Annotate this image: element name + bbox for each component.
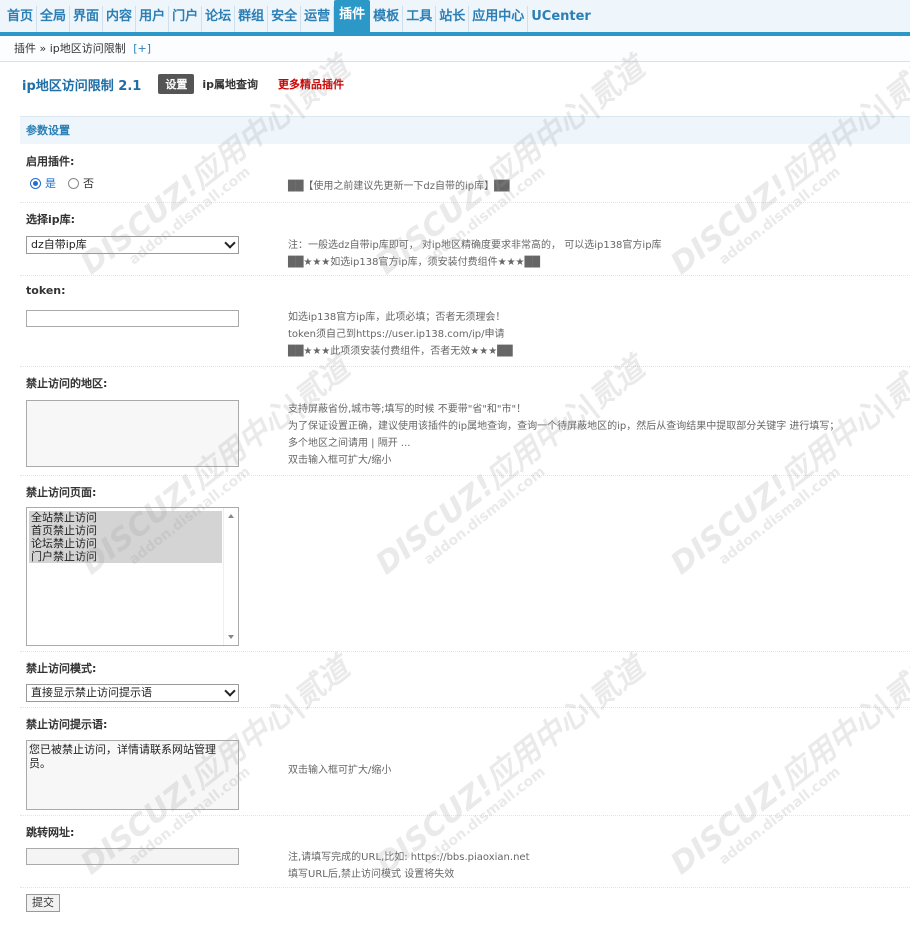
redirect-url-hint: 注,请填写完成的URL,比如: https://bbs.piaoxian.net…	[288, 849, 530, 883]
block-message-textarea[interactable]: 您已被禁止访问，详情请联系网站管理员。	[26, 740, 239, 810]
block-message-label: 禁止访问提示语:	[26, 718, 108, 731]
scroll-up-icon[interactable]	[228, 514, 234, 518]
nav-app-center[interactable]: 应用中心	[469, 6, 529, 32]
row-redirect-url: 跳转网址: 注,请填写完成的URL,比如: https://bbs.piaoxi…	[20, 816, 910, 888]
section-title: 参数设置	[20, 116, 910, 144]
chevron-down-icon	[224, 237, 236, 249]
redirect-url-input[interactable]	[26, 848, 239, 865]
enable-plugin-label: 启用插件:	[26, 155, 75, 168]
nav-content[interactable]: 内容	[103, 6, 137, 32]
blocked-regions-label: 禁止访问的地区:	[26, 377, 108, 390]
add-shortcut-link[interactable]: [+]	[133, 42, 151, 55]
row-block-mode: 禁止访问模式: 直接显示禁止访问提示语	[20, 652, 910, 708]
row-enable-plugin: 启用插件: 是 否 ██【使用之前建议先更新一下dz自带的ip库】██	[20, 145, 910, 203]
redirect-hint-1: 注,请填写完成的URL,比如: https://bbs.piaoxian.net	[288, 852, 530, 863]
list-item[interactable]: 门户禁止访问	[29, 550, 222, 563]
ip-library-hint-1: 注：一般选dz自带ip库即可， 对ip地区精确度要求非常高的， 可以选ip138…	[288, 240, 662, 251]
redirect-hint-2: 填写URL后,禁止访问模式 设置将失效	[288, 869, 455, 880]
top-nav: 首页 全局 界面 内容 用户 门户 论坛 群组 安全 运营 插件 模板 工具 站…	[0, 0, 910, 36]
block-mode-label: 禁止访问模式:	[26, 662, 97, 675]
ip-library-hint-2: ██★★★如选ip138官方ip库，须安装付费组件★★★██	[288, 257, 540, 268]
regions-hint-2: 为了保证设置正确，建议使用该插件的ip属地查询，查询一个待屏蔽地区的ip，然后从…	[288, 421, 840, 432]
ip-library-select[interactable]: dz自带ip库	[26, 236, 239, 254]
row-blocked-pages: 禁止访问页面: 全站禁止访问 首页禁止访问 论坛禁止访问 门户禁止访问	[20, 476, 910, 652]
nav-ucenter[interactable]: UCenter	[528, 6, 594, 32]
breadcrumb: 插件 » ip地区访问限制 [+]	[0, 36, 910, 62]
plugin-header: ip地区访问限制 2.1 设置 ip属地查询 更多精品插件	[0, 62, 910, 106]
nav-users[interactable]: 用户	[136, 6, 170, 32]
regions-hint-3: 多个地区之间请用 | 隔开 ...	[288, 438, 411, 449]
nav-groups[interactable]: 群组	[235, 6, 269, 32]
enable-yes-label[interactable]: 是	[45, 175, 56, 191]
tab-settings[interactable]: 设置	[158, 74, 195, 94]
token-hint-3: ██★★★此项须安装付费组件，否者无效★★★██	[288, 346, 513, 357]
ip-library-hint: 注：一般选dz自带ip库即可， 对ip地区精确度要求非常高的， 可以选ip138…	[288, 237, 662, 271]
token-hint-1: 如选ip138官方ip库，此项必填；否者无须理会！	[288, 312, 506, 323]
message-hint-text: 双击输入框可扩大/缩小	[288, 765, 392, 776]
token-label: token:	[26, 284, 66, 297]
enable-no-radio[interactable]	[68, 177, 79, 189]
regions-hint-1: 支持屏蔽省份,城市等;填写的时候 不要带"省"和"市"！	[288, 404, 527, 415]
nav-operations[interactable]: 运营	[301, 6, 335, 32]
chevron-down-icon	[224, 685, 236, 697]
nav-forum[interactable]: 论坛	[202, 6, 236, 32]
nav-templates[interactable]: 模板	[370, 6, 404, 32]
enable-yes-radio[interactable]	[30, 177, 41, 189]
token-hint: 如选ip138官方ip库，此项必填；否者无须理会！ token须自己到https…	[288, 309, 513, 360]
block-mode-selected: 直接显示禁止访问提示语	[31, 686, 152, 699]
enable-plugin-hint: ██【使用之前建议先更新一下dz自带的ip库】██	[288, 178, 509, 195]
list-item[interactable]: 论坛禁止访问	[29, 537, 222, 550]
listbox-scrollbar[interactable]	[223, 508, 238, 645]
row-blocked-regions: 禁止访问的地区: 支持屏蔽省份,城市等;填写的时候 不要带"省"和"市"！ 为了…	[20, 367, 910, 476]
breadcrumb-path: 插件 » ip地区访问限制	[14, 42, 126, 55]
blocked-regions-hint: 支持屏蔽省份,城市等;填写的时候 不要带"省"和"市"！ 为了保证设置正确，建议…	[288, 401, 839, 469]
list-item[interactable]: 全站禁止访问	[29, 511, 222, 524]
regions-hint-4: 双击输入框可扩大/缩小	[288, 455, 392, 466]
scroll-down-icon[interactable]	[228, 635, 234, 639]
block-message-hint: 双击输入框可扩大/缩小	[288, 762, 391, 779]
token-hint-2: token须自己到https://user.ip138.com/ip/申请	[288, 329, 505, 340]
more-plugins-link[interactable]: 更多精品插件	[278, 76, 344, 92]
blocked-pages-label: 禁止访问页面:	[26, 486, 97, 499]
blocked-pages-listbox[interactable]: 全站禁止访问 首页禁止访问 论坛禁止访问 门户禁止访问	[26, 507, 239, 646]
nav-interface[interactable]: 界面	[70, 6, 104, 32]
block-mode-select[interactable]: 直接显示禁止访问提示语	[26, 684, 239, 702]
nav-plugins[interactable]: 插件	[334, 0, 371, 32]
nav-tools[interactable]: 工具	[403, 6, 437, 32]
row-ip-library: 选择ip库: dz自带ip库 注：一般选dz自带ip库即可， 对ip地区精确度要…	[20, 203, 910, 276]
enable-hint-text: ██【使用之前建议先更新一下dz自带的ip库】██	[288, 181, 510, 192]
token-input[interactable]	[26, 310, 239, 327]
nav-security[interactable]: 安全	[268, 6, 302, 32]
nav-webmaster[interactable]: 站长	[436, 6, 470, 32]
nav-global[interactable]: 全局	[37, 6, 71, 32]
page-title: ip地区访问限制 2.1	[22, 78, 142, 94]
nav-home[interactable]: 首页	[4, 6, 38, 32]
row-block-message: 禁止访问提示语: 您已被禁止访问，详情请联系网站管理员。 双击输入框可扩大/缩小	[20, 708, 910, 816]
nav-portal[interactable]: 门户	[169, 6, 203, 32]
submit-button[interactable]: 提交	[26, 894, 60, 912]
row-token: token: 如选ip138官方ip库，此项必填；否者无须理会！ token须自…	[20, 276, 910, 367]
ip-library-selected: dz自带ip库	[31, 238, 87, 251]
enable-radio-group: 是 否	[30, 175, 106, 191]
enable-no-label[interactable]: 否	[83, 175, 94, 191]
list-item[interactable]: 首页禁止访问	[29, 524, 222, 537]
ip-library-label: 选择ip库:	[26, 213, 76, 226]
tab-ip-lookup[interactable]: ip属地查询	[202, 76, 258, 92]
blocked-regions-textarea[interactable]	[26, 400, 239, 467]
redirect-url-label: 跳转网址:	[26, 826, 75, 839]
